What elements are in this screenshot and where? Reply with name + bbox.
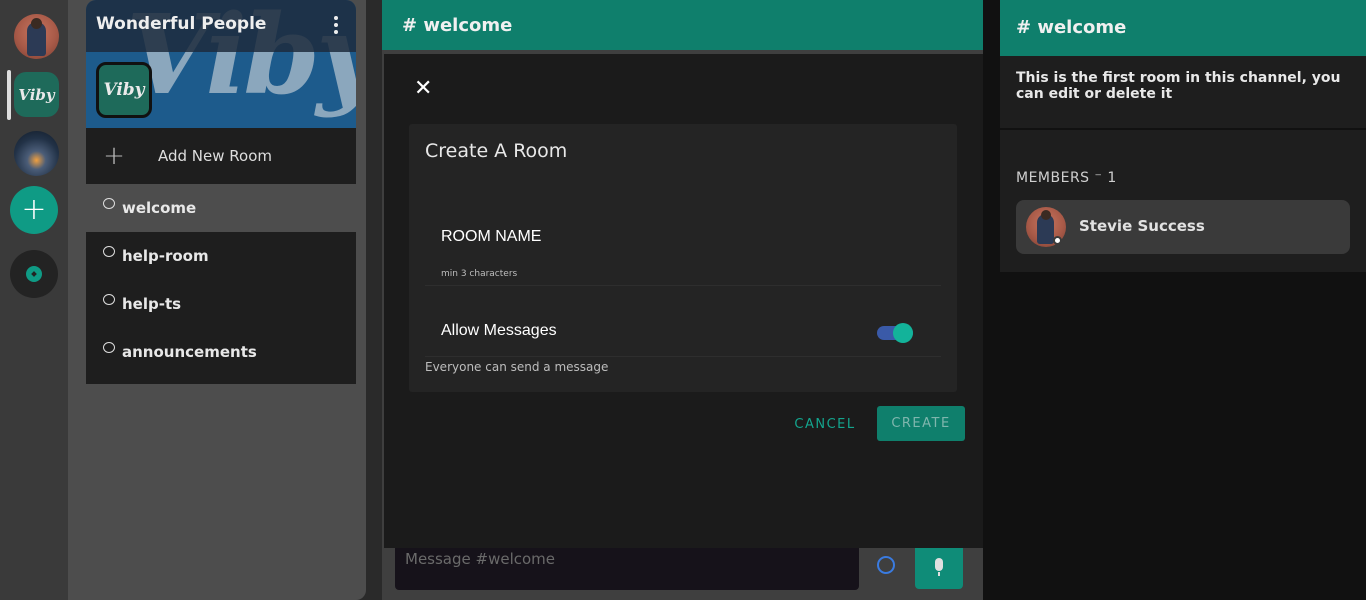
avatar-head bbox=[31, 18, 42, 29]
modal-title: Create A Room bbox=[425, 140, 568, 162]
server-rail: Viby + bbox=[0, 0, 68, 600]
add-room-label: Add New Room bbox=[158, 147, 273, 165]
room-label: help-ts bbox=[122, 295, 182, 313]
create-button[interactable]: CREATE bbox=[877, 406, 965, 441]
emoji-icon[interactable] bbox=[877, 556, 895, 574]
toggle-knob bbox=[893, 323, 913, 343]
room-label: welcome bbox=[122, 199, 197, 217]
server-night-sky[interactable] bbox=[14, 131, 59, 176]
member-item[interactable]: Stevie Success bbox=[1016, 200, 1350, 254]
field-divider bbox=[425, 285, 941, 286]
add-room-button[interactable]: + Add New Room bbox=[86, 128, 356, 184]
server-name: Wonderful People bbox=[96, 14, 267, 34]
server-logo-text: Viby bbox=[103, 80, 145, 100]
channel-sidebar: Viby Wonderful People Viby + Add New Roo… bbox=[68, 0, 366, 600]
room-item-help-ts[interactable]: help-ts bbox=[86, 280, 356, 328]
room-info-header: # welcome bbox=[1000, 0, 1366, 56]
allow-messages-toggle[interactable] bbox=[877, 323, 913, 343]
room-info-panel: # welcome This is the first room in this… bbox=[983, 0, 1366, 600]
online-status-icon bbox=[1053, 236, 1062, 245]
plus-icon: + bbox=[21, 192, 47, 227]
room-name-hint: min 3 characters bbox=[441, 269, 518, 279]
room-info-text: This is the first room in this channel, … bbox=[1000, 56, 1366, 128]
toggle-divider bbox=[425, 356, 941, 357]
server-viby-label: Viby bbox=[18, 85, 55, 104]
server-viby[interactable]: Viby bbox=[14, 72, 59, 117]
close-icon[interactable]: ✕ bbox=[414, 78, 432, 100]
voice-button[interactable] bbox=[915, 543, 963, 589]
user-avatar[interactable] bbox=[14, 14, 59, 59]
server-banner: Viby Wonderful People Viby bbox=[86, 0, 356, 128]
allow-messages-label: Allow Messages bbox=[441, 322, 557, 339]
server-menu-icon[interactable] bbox=[334, 16, 338, 34]
members-section: MEMBERS ⁻ 1 Stevie Success bbox=[1000, 130, 1366, 272]
room-item-welcome[interactable]: welcome bbox=[86, 184, 356, 232]
chat-bubble-icon bbox=[103, 341, 115, 353]
room-item-help-room[interactable]: help-room bbox=[86, 232, 356, 280]
cancel-button[interactable]: CANCEL bbox=[784, 406, 866, 442]
room-label: help-room bbox=[122, 247, 209, 265]
plus-icon: + bbox=[103, 141, 125, 171]
create-room-modal: ✕ Create A Room ROOM NAME min 3 characte… bbox=[384, 54, 983, 548]
main-header: # welcome bbox=[382, 0, 983, 50]
member-name: Stevie Success bbox=[1079, 217, 1205, 235]
room-list: welcome help-room help-ts announcements bbox=[86, 184, 356, 384]
room-name-field[interactable]: ROOM NAME bbox=[441, 228, 541, 246]
allow-messages-description: Everyone can send a message bbox=[425, 360, 609, 374]
explore-servers-button[interactable] bbox=[10, 250, 58, 298]
room-label: announcements bbox=[122, 343, 257, 361]
create-room-card: Create A Room ROOM NAME min 3 characters… bbox=[409, 124, 957, 392]
members-label: MEMBERS ⁻ 1 bbox=[1016, 170, 1117, 186]
active-server-indicator bbox=[7, 70, 11, 120]
chat-bubble-icon bbox=[103, 197, 115, 209]
server-logo: Viby bbox=[96, 62, 152, 118]
room-item-announcements[interactable]: announcements bbox=[86, 328, 356, 376]
add-server-button[interactable]: + bbox=[10, 186, 58, 234]
chat-bubble-icon bbox=[103, 245, 115, 257]
avatar-head bbox=[1041, 210, 1051, 220]
microphone-icon bbox=[935, 557, 943, 576]
chat-bubble-icon bbox=[103, 293, 115, 305]
compass-icon bbox=[26, 266, 42, 282]
